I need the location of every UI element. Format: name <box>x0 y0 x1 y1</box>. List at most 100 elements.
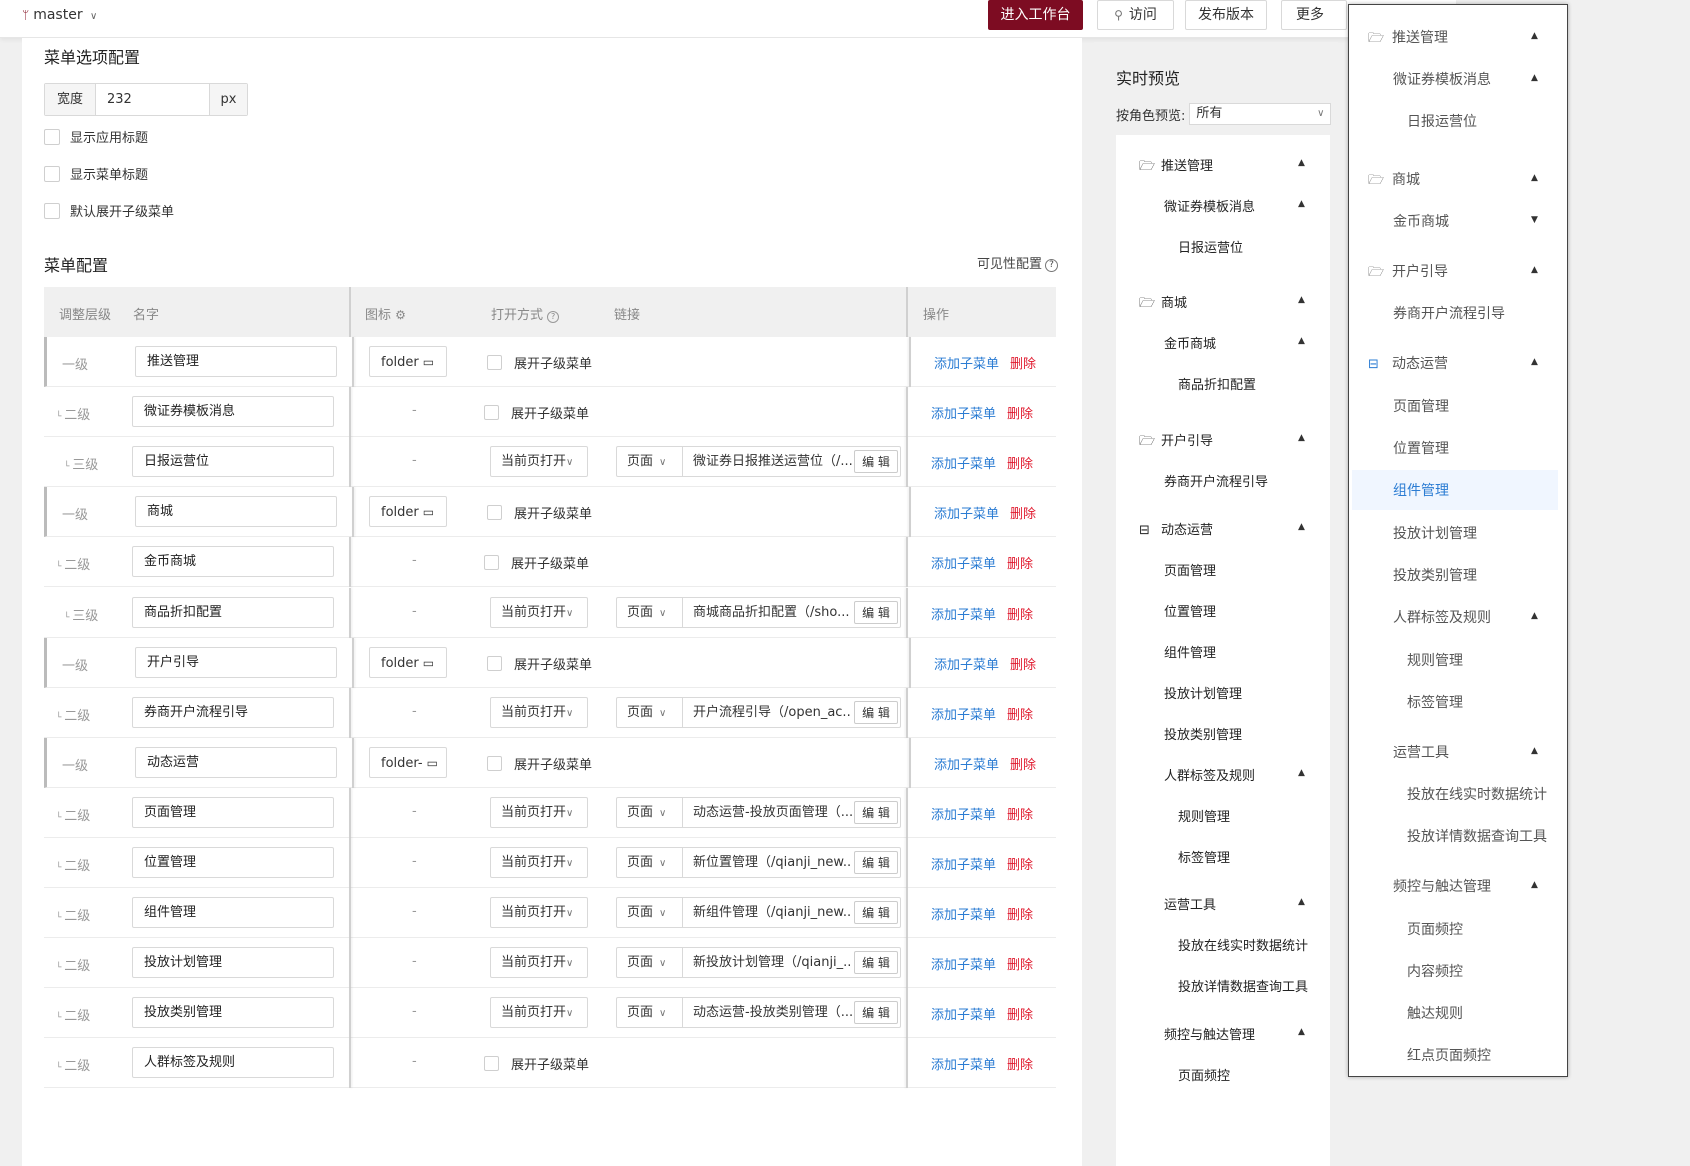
chevron-up-icon[interactable]: ▲ <box>1298 158 1305 168</box>
expand-children-option[interactable]: 展开子级菜单 <box>484 553 589 572</box>
preview-menu-item[interactable]: 规则管理 <box>1178 806 1230 825</box>
preview-menu-item[interactable]: 标签管理 <box>1178 847 1230 866</box>
preview-menu-item[interactable]: 券商开户流程引导 <box>1164 471 1268 490</box>
chevron-up-icon[interactable]: ▲ <box>1531 31 1538 41</box>
add-submenu-button[interactable]: 添加子菜单 <box>931 704 996 723</box>
side-menu-item[interactable]: 🗁 开户引导 <box>1368 261 1448 285</box>
show-menu-title-checkbox[interactable] <box>44 165 60 182</box>
visit-button[interactable]: ⚲ 访问 <box>1097 0 1174 30</box>
add-submenu-button[interactable]: 添加子菜单 <box>931 854 996 873</box>
expand-children-checkbox[interactable] <box>487 355 502 370</box>
expand-children-checkbox[interactable] <box>487 505 502 521</box>
chevron-up-icon[interactable]: ▲ <box>1531 173 1538 183</box>
side-menu-item[interactable]: 触达规则 <box>1407 1003 1463 1023</box>
preview-menu-item[interactable]: 微证券模板消息 <box>1164 196 1255 215</box>
chevron-up-icon[interactable]: ▲ <box>1298 199 1305 209</box>
chevron-up-icon[interactable]: ▲ <box>1531 73 1538 83</box>
chevron-up-icon[interactable]: ▲ <box>1298 433 1305 443</box>
preview-menu-item[interactable]: 投放在线实时数据统计 <box>1178 935 1308 954</box>
add-submenu-button[interactable]: 添加子菜单 <box>931 604 996 623</box>
edit-link-button[interactable]: 编 辑 <box>854 700 898 724</box>
menu-name-input[interactable]: 推送管理 <box>135 346 337 377</box>
add-submenu-button[interactable]: 添加子菜单 <box>931 904 996 923</box>
link-path[interactable]: 动态运营-投放类别管理（... <box>683 998 852 1027</box>
menu-name-input[interactable]: 动态运营 <box>135 746 337 778</box>
open-mode-select[interactable]: 当前页打开∨ <box>490 446 588 478</box>
chevron-up-icon[interactable]: ▲ <box>1298 897 1305 907</box>
side-menu-item[interactable]: 投放详情数据查询工具 <box>1407 826 1547 846</box>
link-path[interactable]: 商城商品折扣配置（/sho... <box>683 598 852 627</box>
visibility-config-link[interactable]: 可见性配置? <box>977 253 1059 272</box>
link-type-select[interactable]: 页面 ∨ <box>617 447 683 477</box>
expand-default-checkbox[interactable] <box>44 202 60 219</box>
edit-link-button[interactable]: 编 辑 <box>854 851 898 874</box>
expand-children-checkbox[interactable] <box>487 655 502 671</box>
menu-name-input[interactable]: 商城 <box>135 496 337 528</box>
icon-picker[interactable]: folder ▭ <box>369 496 447 528</box>
show-app-title-option[interactable]: 显示应用标题 <box>44 127 148 146</box>
side-menu-item[interactable]: 投放类别管理 <box>1393 565 1477 585</box>
menu-name-input[interactable]: 日报运营位 <box>132 446 334 478</box>
delete-button[interactable]: 删除 <box>1007 904 1033 923</box>
menu-name-input[interactable]: 投放类别管理 <box>132 997 334 1029</box>
delete-button[interactable]: 删除 <box>1007 1054 1033 1073</box>
preview-menu-item[interactable]: 位置管理 <box>1164 601 1216 620</box>
link-path[interactable]: 新位置管理（/qianji_new... <box>683 848 852 877</box>
link-type-select[interactable]: 页面 ∨ <box>617 998 683 1028</box>
add-submenu-button[interactable]: 添加子菜单 <box>931 804 996 823</box>
delete-button[interactable]: 删除 <box>1010 754 1036 773</box>
menu-name-input[interactable]: 开户引导 <box>135 646 337 678</box>
delete-button[interactable]: 删除 <box>1007 954 1033 973</box>
link-type-select[interactable]: 页面 ∨ <box>617 797 683 827</box>
link-type-select[interactable]: 页面 ∨ <box>617 597 683 627</box>
add-submenu-button[interactable]: 添加子菜单 <box>931 1004 996 1023</box>
menu-name-input[interactable]: 微证券模板消息 <box>132 396 334 428</box>
preview-menu-item[interactable]: 日报运营位 <box>1178 237 1243 256</box>
delete-button[interactable]: 删除 <box>1007 604 1033 623</box>
side-menu-item[interactable]: 投放计划管理 <box>1393 523 1477 543</box>
side-menu-item[interactable]: 微证券模板消息 <box>1393 69 1491 89</box>
link-path[interactable]: 动态运营-投放页面管理（... <box>683 798 852 827</box>
open-mode-select[interactable]: 当前页打开∨ <box>490 596 588 628</box>
preview-menu-item[interactable]: 🗁 开户引导 <box>1139 430 1213 454</box>
menu-name-input[interactable]: 页面管理 <box>132 796 334 828</box>
open-mode-select[interactable]: 当前页打开∨ <box>490 847 588 878</box>
add-submenu-button[interactable]: 添加子菜单 <box>934 654 999 673</box>
delete-button[interactable]: 删除 <box>1007 403 1033 422</box>
open-mode-select[interactable]: 当前页打开∨ <box>490 897 588 929</box>
preview-menu-item[interactable]: 🗁 推送管理 <box>1139 155 1213 179</box>
menu-name-input[interactable]: 金币商城 <box>132 546 334 578</box>
expand-children-checkbox[interactable] <box>487 755 502 771</box>
chevron-up-icon[interactable]: ▲ <box>1531 746 1538 756</box>
link-path[interactable]: 新组件管理（/qianji_new... <box>683 898 852 927</box>
chevron-up-icon[interactable]: ▲ <box>1298 522 1305 532</box>
icon-picker[interactable]: folder- ▭ <box>369 746 447 778</box>
expand-children-option[interactable]: 展开子级菜单 <box>484 403 589 422</box>
chevron-up-icon[interactable]: ▲ <box>1298 336 1305 346</box>
edit-link-button[interactable]: 编 辑 <box>854 951 898 975</box>
expand-children-option[interactable]: 展开子级菜单 <box>487 353 592 372</box>
menu-name-input[interactable]: 商品折扣配置 <box>132 596 334 628</box>
edit-link-button[interactable]: 编 辑 <box>854 450 898 474</box>
link-path[interactable]: 微证券日报推送运营位（/... <box>683 447 852 476</box>
preview-menu-item[interactable]: 频控与触达管理 <box>1164 1024 1255 1043</box>
more-button[interactable]: 更多 <box>1281 0 1347 30</box>
add-submenu-button[interactable]: 添加子菜单 <box>934 754 999 773</box>
icon-picker[interactable]: folder ▭ <box>369 346 447 377</box>
show-app-title-checkbox[interactable] <box>44 128 60 145</box>
expand-default-option[interactable]: 默认展开子级菜单 <box>44 201 174 220</box>
delete-button[interactable]: 删除 <box>1007 453 1033 472</box>
open-mode-select[interactable]: 当前页打开∨ <box>490 997 588 1029</box>
menu-name-input[interactable]: 位置管理 <box>132 847 334 878</box>
expand-children-option[interactable]: 展开子级菜单 <box>487 754 592 773</box>
preview-menu-item[interactable]: 人群标签及规则 <box>1164 765 1255 784</box>
preview-menu-item[interactable]: 页面频控 <box>1178 1065 1230 1084</box>
preview-menu-item[interactable]: 投放类别管理 <box>1164 724 1242 743</box>
preview-menu-item[interactable]: ⊟ 动态运营 <box>1139 519 1213 538</box>
open-mode-select[interactable]: 当前页打开∨ <box>490 696 588 728</box>
chevron-up-icon[interactable]: ▲ <box>1298 768 1305 778</box>
expand-children-option[interactable]: 展开子级菜单 <box>487 654 592 673</box>
side-menu-item[interactable]: 投放在线实时数据统计 <box>1407 784 1547 804</box>
side-menu-item[interactable]: 位置管理 <box>1393 438 1449 458</box>
link-path[interactable]: 新投放计划管理（/qianji_... <box>683 948 852 977</box>
